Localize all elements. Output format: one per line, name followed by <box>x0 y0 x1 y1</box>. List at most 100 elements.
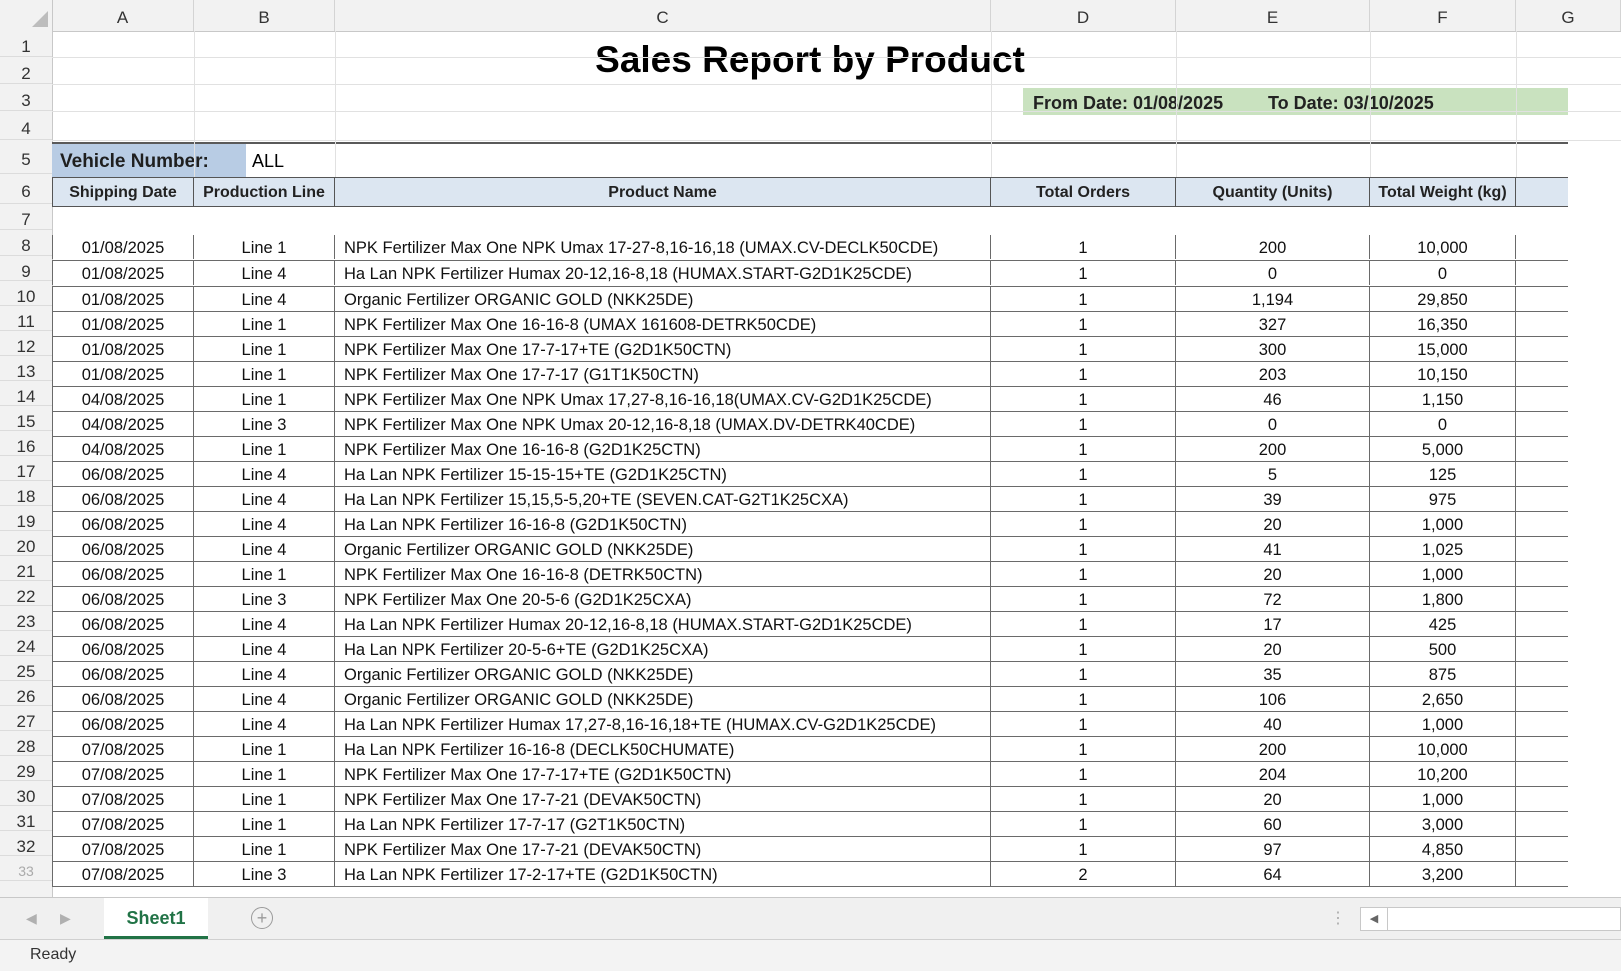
cell-shipping-date[interactable]: 06/08/2025 <box>52 512 194 536</box>
cell-production-line[interactable]: Line 1 <box>194 787 335 811</box>
row-header-32[interactable]: 32 <box>0 831 52 856</box>
cell-shipping-date[interactable]: 04/08/2025 <box>52 412 194 436</box>
cell-production-line[interactable]: Line 4 <box>194 261 335 285</box>
cell-total-orders[interactable]: 1 <box>991 337 1176 361</box>
cell-total-weight-kg[interactable]: 1,000 <box>1370 562 1516 586</box>
row-header-26[interactable]: 26 <box>0 681 52 706</box>
cell-quantity-units[interactable]: 204 <box>1176 762 1370 786</box>
cell-product-name[interactable]: NPK Fertilizer Max One NPK Umax 17,27-8,… <box>335 387 991 411</box>
cell-shipping-date[interactable]: 06/08/2025 <box>52 637 194 661</box>
cell-quantity-units[interactable]: 5 <box>1176 462 1370 486</box>
cell-quantity-units[interactable]: 46 <box>1176 387 1370 411</box>
cell-production-line[interactable]: Line 1 <box>194 837 335 861</box>
cell-quantity-units[interactable]: 300 <box>1176 337 1370 361</box>
cell-product-name[interactable]: Organic Fertilizer ORGANIC GOLD (NKK25DE… <box>335 537 991 561</box>
cell-total-weight-kg[interactable]: 125 <box>1370 462 1516 486</box>
cell-product-name[interactable]: NPK Fertilizer Max One 16-16-8 (DETRK50C… <box>335 562 991 586</box>
chevron-right-icon[interactable]: ▶ <box>60 910 71 927</box>
cell-total-weight-kg[interactable]: 875 <box>1370 662 1516 686</box>
cell-shipping-date[interactable]: 06/08/2025 <box>52 462 194 486</box>
cell-shipping-date[interactable]: 04/08/2025 <box>52 387 194 411</box>
row-header-6[interactable]: 6 <box>0 174 52 204</box>
row-header-4[interactable]: 4 <box>0 111 52 140</box>
cell-production-line[interactable]: Line 3 <box>194 412 335 436</box>
row-header-20[interactable]: 20 <box>0 531 52 556</box>
cell-quantity-units[interactable]: 0 <box>1176 412 1370 436</box>
cell-production-line[interactable]: Line 4 <box>194 537 335 561</box>
cell-total-orders[interactable]: 1 <box>991 812 1176 836</box>
horizontal-scrollbar[interactable]: ◀ <box>1360 907 1621 931</box>
row-header-17[interactable]: 17 <box>0 456 52 481</box>
cell-production-line[interactable]: Line 4 <box>194 287 335 311</box>
cell-product-name[interactable]: Organic Fertilizer ORGANIC GOLD (NKK25DE… <box>335 287 991 311</box>
cell-product-name[interactable]: Organic Fertilizer ORGANIC GOLD (NKK25DE… <box>335 687 991 711</box>
cell-production-line[interactable]: Line 4 <box>194 512 335 536</box>
row-header-12[interactable]: 12 <box>0 331 52 356</box>
cell-shipping-date[interactable]: 01/08/2025 <box>52 362 194 386</box>
row-header-10[interactable]: 10 <box>0 281 52 306</box>
cell-total-orders[interactable]: 1 <box>991 312 1176 336</box>
cell-total-weight-kg[interactable]: 0 <box>1370 412 1516 436</box>
cell-total-orders[interactable]: 1 <box>991 235 1176 259</box>
cell-production-line[interactable]: Line 1 <box>194 737 335 761</box>
cell-total-weight-kg[interactable]: 2,650 <box>1370 687 1516 711</box>
cell-production-line[interactable]: Line 4 <box>194 687 335 711</box>
cell-shipping-date[interactable]: 06/08/2025 <box>52 587 194 611</box>
cell-quantity-units[interactable]: 41 <box>1176 537 1370 561</box>
cell-quantity-units[interactable]: 64 <box>1176 862 1370 886</box>
cell-shipping-date[interactable]: 06/08/2025 <box>52 712 194 736</box>
cell-production-line[interactable]: Line 1 <box>194 362 335 386</box>
cell-shipping-date[interactable]: 04/08/2025 <box>52 437 194 461</box>
cell-total-orders[interactable]: 1 <box>991 787 1176 811</box>
row-header-14[interactable]: 14 <box>0 381 52 406</box>
cell-total-weight-kg[interactable]: 1,000 <box>1370 512 1516 536</box>
cell-total-weight-kg[interactable]: 3,200 <box>1370 862 1516 886</box>
cell-quantity-units[interactable]: 39 <box>1176 487 1370 511</box>
cell-product-name[interactable]: NPK Fertilizer Max One 17-7-17+TE (G2D1K… <box>335 762 991 786</box>
cell-product-name[interactable]: NPK Fertilizer Max One 17-7-21 (DEVAK50C… <box>335 787 991 811</box>
worksheet-grid[interactable]: Sales Report by Product From Date: 01/08… <box>52 31 1621 897</box>
tab-split-handle[interactable]: ⋮ <box>1330 908 1346 928</box>
row-header-16[interactable]: 16 <box>0 431 52 456</box>
cell-quantity-units[interactable]: 20 <box>1176 562 1370 586</box>
row-header-19[interactable]: 19 <box>0 506 52 531</box>
cell-product-name[interactable]: Ha Lan NPK Fertilizer Humax 20-12,16-8,1… <box>335 261 991 285</box>
row-header-1[interactable]: 1 <box>0 31 52 57</box>
cell-quantity-units[interactable]: 200 <box>1176 737 1370 761</box>
cell-quantity-units[interactable]: 203 <box>1176 362 1370 386</box>
cell-production-line[interactable]: Line 1 <box>194 337 335 361</box>
vehicle-number-value[interactable]: ALL <box>252 144 284 177</box>
cell-shipping-date[interactable]: 01/08/2025 <box>52 337 194 361</box>
cell-total-weight-kg[interactable]: 1,000 <box>1370 712 1516 736</box>
cell-production-line[interactable]: Line 4 <box>194 637 335 661</box>
cell-shipping-date[interactable]: 01/08/2025 <box>52 261 194 285</box>
cell-total-orders[interactable]: 1 <box>991 362 1176 386</box>
cell-total-orders[interactable]: 1 <box>991 412 1176 436</box>
row-header-13[interactable]: 13 <box>0 356 52 381</box>
cell-shipping-date[interactable]: 06/08/2025 <box>52 662 194 686</box>
cell-total-orders[interactable]: 1 <box>991 712 1176 736</box>
cell-quantity-units[interactable]: 60 <box>1176 812 1370 836</box>
row-header-15[interactable]: 15 <box>0 406 52 431</box>
cell-production-line[interactable]: Line 1 <box>194 437 335 461</box>
cell-total-orders[interactable]: 1 <box>991 462 1176 486</box>
cell-shipping-date[interactable]: 01/08/2025 <box>52 312 194 336</box>
column-header-d[interactable]: D <box>991 0 1176 31</box>
cell-total-weight-kg[interactable]: 4,850 <box>1370 837 1516 861</box>
cell-production-line[interactable]: Line 4 <box>194 612 335 636</box>
cell-product-name[interactable]: Ha Lan NPK Fertilizer 20-5-6+TE (G2D1K25… <box>335 637 991 661</box>
cell-total-orders[interactable]: 1 <box>991 387 1176 411</box>
cell-production-line[interactable]: Line 1 <box>194 387 335 411</box>
cell-quantity-units[interactable]: 20 <box>1176 637 1370 661</box>
cell-product-name[interactable]: Ha Lan NPK Fertilizer 17-7-17 (G2T1K50CT… <box>335 812 991 836</box>
row-header-22[interactable]: 22 <box>0 581 52 606</box>
cell-production-line[interactable]: Line 3 <box>194 587 335 611</box>
cell-total-orders[interactable]: 1 <box>991 837 1176 861</box>
cell-shipping-date[interactable]: 07/08/2025 <box>52 837 194 861</box>
cell-production-line[interactable]: Line 1 <box>194 235 335 259</box>
row-header-27[interactable]: 27 <box>0 706 52 731</box>
row-header-24[interactable]: 24 <box>0 631 52 656</box>
cell-shipping-date[interactable]: 01/08/2025 <box>52 287 194 311</box>
cell-total-weight-kg[interactable]: 10,150 <box>1370 362 1516 386</box>
row-header-28[interactable]: 28 <box>0 731 52 756</box>
